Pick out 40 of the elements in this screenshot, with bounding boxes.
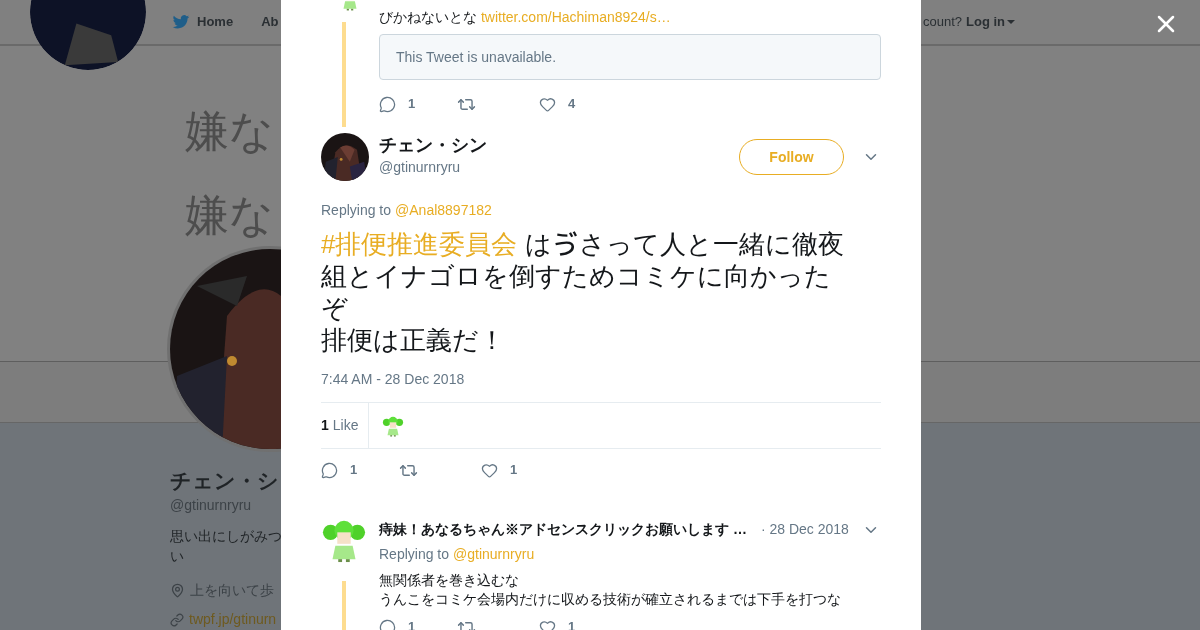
reply-button[interactable]: 1 xyxy=(321,460,399,480)
tweet-text: びかねないとな twitter.com/Hachiman8924/s… xyxy=(379,8,672,27)
reply-icon xyxy=(321,461,338,479)
reply-author-name: 痔妹！あなるちゃん※アドセンスクリックお願いします … xyxy=(379,520,747,539)
profile-name: チェン・シ xyxy=(170,468,279,494)
replying-label: Replying to xyxy=(321,201,392,220)
profile-bio: 思い出にしがみつ い xyxy=(170,527,282,566)
reply-icon xyxy=(379,618,396,630)
reply-count: 1 xyxy=(408,95,416,114)
mention-link[interactable]: @Anal8897182 xyxy=(395,200,492,221)
tweet-text: #排便推進委員会 はゔさって人と一緒に徹夜組とイナゴロを倒すためコミケに向かったぞ xyxy=(321,228,845,324)
author-name: チェン・シン xyxy=(379,134,487,157)
like-button[interactable]: 4 xyxy=(539,94,576,114)
reply-button[interactable]: 1 xyxy=(379,94,457,114)
like-icon xyxy=(539,618,556,630)
nav-link[interactable]: Home xyxy=(197,12,234,32)
link-icon xyxy=(170,612,184,627)
tweet-timestamp: 7:44 AM - 28 Dec 2018 xyxy=(321,370,466,389)
mention-link[interactable]: @gtinurnryru xyxy=(453,544,535,565)
location-icon xyxy=(170,583,185,598)
reply-date: · 28 Dec 2018 xyxy=(760,520,849,539)
like-icon xyxy=(481,461,498,479)
hashtag-link[interactable]: #排便推進委員会 xyxy=(321,229,518,259)
quoted-tweet-card: This Tweet is unavailable. xyxy=(379,34,881,80)
caret-icon xyxy=(1007,20,1015,25)
like-count: 1 xyxy=(510,461,518,480)
reply-text: 無関係者を巻き込むな うんこをコミケ会場内だけに収める技術が確立されるまでは下手を打つな xyxy=(379,571,842,609)
reply-count: 1 xyxy=(350,461,358,480)
nav-link[interactable]: Ab xyxy=(261,12,279,32)
tweet-text: 排便は正義だ！ xyxy=(321,324,505,356)
login-prompt: count? xyxy=(922,13,962,32)
like-count: 4 xyxy=(568,95,576,114)
login-link[interactable]: Log in xyxy=(966,12,1015,32)
like-icon xyxy=(539,95,556,113)
author-handle: @gtinurnryru xyxy=(379,158,462,177)
like-summary: 1 Like xyxy=(321,403,370,448)
like-button[interactable]: 1 xyxy=(481,460,518,480)
tweet-link[interactable]: twitter.com/Hachiman8924/s… xyxy=(480,9,671,25)
reply-icon xyxy=(379,95,396,113)
replying-label: Replying to xyxy=(379,545,450,564)
